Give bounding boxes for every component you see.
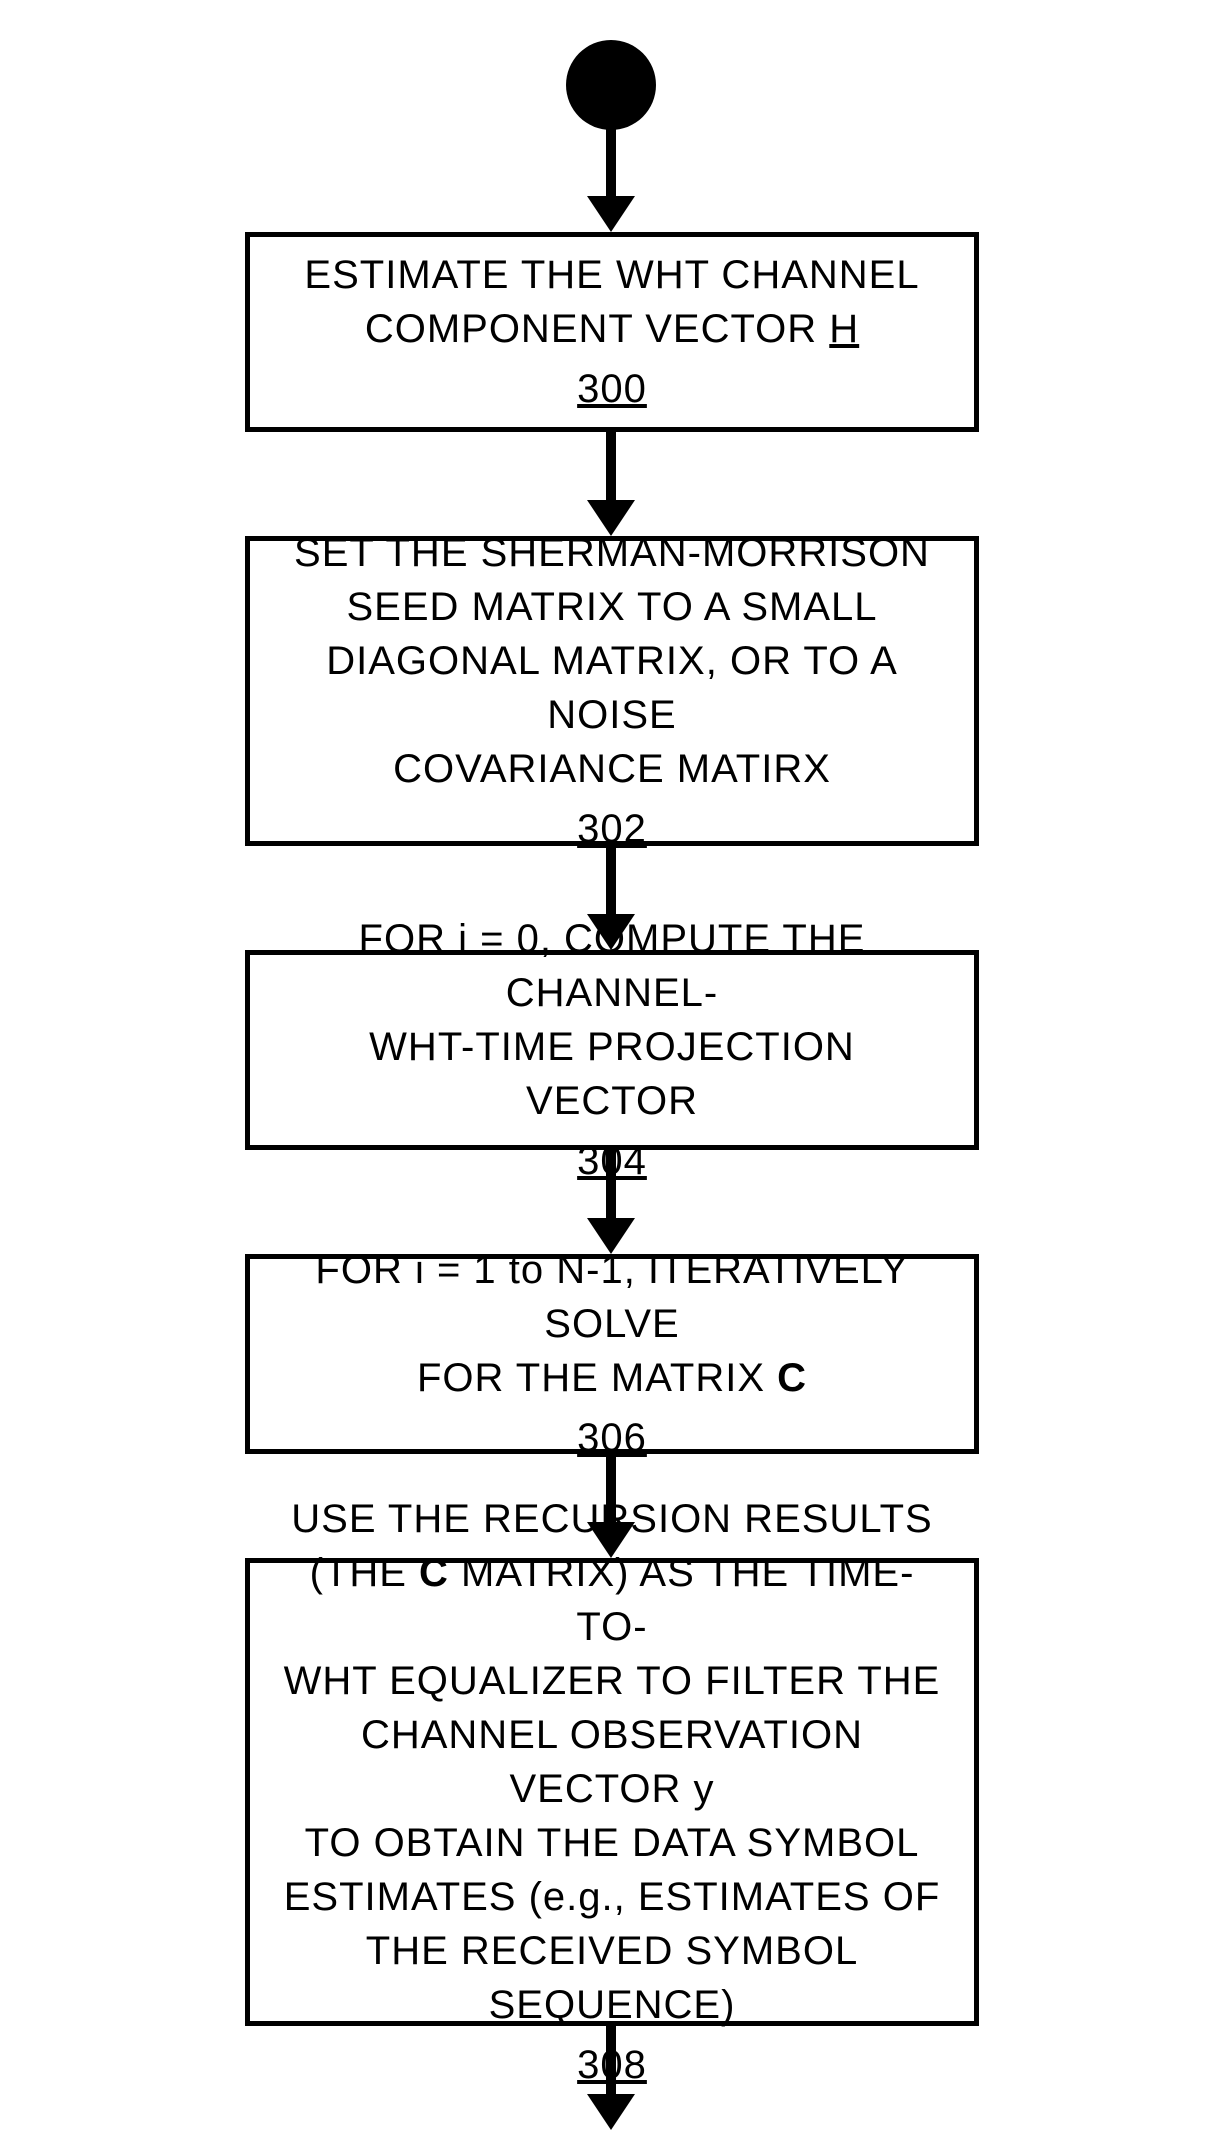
step-302-line-4: COVARIANCE MATIRX (393, 742, 831, 796)
arrow-2-shaft (606, 846, 616, 916)
step-308: USE THE RECURSION RESULTS (THE C MATRIX)… (245, 1558, 979, 2026)
var-h: H (829, 307, 859, 351)
step-302-line-1: SET THE SHERMAN-MORRISON (294, 526, 930, 580)
step-308-line-4: CHANNEL OBSERVATION VECTOR y (280, 1708, 944, 1816)
var-c-308: C (419, 1551, 449, 1595)
arrow-3-shaft (606, 1150, 616, 1220)
arrow-5-head (587, 2094, 635, 2130)
step-306: FOR i = 1 to N-1, ITERATIVELY SOLVE FOR … (245, 1254, 979, 1454)
step-308-line-7: THE RECEIVED SYMBOL SEQUENCE) (280, 1924, 944, 2032)
var-c-306: C (777, 1356, 807, 1400)
arrow-1-shaft (606, 432, 616, 502)
step-304: FOR i = 0, COMPUTE THE CHANNEL- WHT-TIME… (245, 950, 979, 1150)
arrow-5-shaft (606, 2026, 616, 2096)
step-302-line-3: DIAGONAL MATRIX, OR TO A NOISE (280, 634, 944, 742)
step-308-line-1: USE THE RECURSION RESULTS (291, 1492, 932, 1546)
start-node (566, 40, 656, 130)
flowchart-canvas: ESTIMATE THE WHT CHANNEL COMPONENT VECTO… (0, 0, 1218, 2154)
step-308-line-2: (THE C MATRIX) AS THE TIME-TO- (280, 1546, 944, 1654)
step-304-line-1: FOR i = 0, COMPUTE THE CHANNEL- (280, 912, 944, 1020)
arrow-0-head (587, 196, 635, 232)
step-302: SET THE SHERMAN-MORRISON SEED MATRIX TO … (245, 536, 979, 846)
step-308-line-3: WHT EQUALIZER TO FILTER THE (284, 1654, 941, 1708)
step-308-line-6: ESTIMATES (e.g., ESTIMATES OF (284, 1870, 941, 1924)
step-300-ref: 300 (577, 362, 647, 416)
step-306-line-1: FOR i = 1 to N-1, ITERATIVELY SOLVE (280, 1243, 944, 1351)
step-304-line-2: WHT-TIME PROJECTION VECTOR (280, 1020, 944, 1128)
step-300-line-2: COMPONENT VECTOR H (365, 302, 859, 356)
step-306-line-2: FOR THE MATRIX C (417, 1351, 807, 1405)
arrow-0-shaft (606, 128, 616, 198)
step-302-line-2: SEED MATRIX TO A SMALL (346, 580, 877, 634)
step-308-line-5: TO OBTAIN THE DATA SYMBOL (305, 1816, 920, 1870)
step-300: ESTIMATE THE WHT CHANNEL COMPONENT VECTO… (245, 232, 979, 432)
step-300-line-1: ESTIMATE THE WHT CHANNEL (304, 248, 919, 302)
